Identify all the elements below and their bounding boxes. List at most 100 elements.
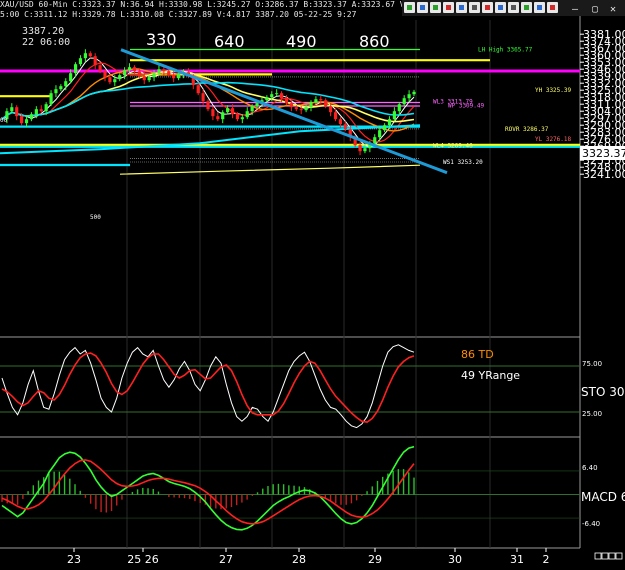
time-tick-label: 27 xyxy=(219,553,233,566)
candle-up xyxy=(250,106,254,112)
count-label-3: 490 xyxy=(286,32,317,51)
price-tick-label: 3241.00 xyxy=(583,168,625,181)
candle-down xyxy=(88,53,92,57)
sto-tick-75: 75.00 xyxy=(582,360,602,368)
candle-down xyxy=(206,101,210,110)
candle-down xyxy=(216,116,220,120)
book-icon xyxy=(524,5,529,10)
last-price-label: 3323.37 xyxy=(582,147,625,160)
candle-up xyxy=(240,117,244,120)
sto-tick-25: 25.00 xyxy=(582,410,602,418)
candle-up xyxy=(83,53,87,59)
close-button[interactable]: ✕ xyxy=(610,4,616,15)
level-label: WP 3309.49 xyxy=(448,103,485,110)
candle-down xyxy=(108,77,112,83)
candle-down xyxy=(284,98,289,104)
candle-down xyxy=(333,112,338,120)
settings-icon xyxy=(537,5,542,10)
cursor-icon xyxy=(420,5,425,10)
candle-up xyxy=(24,119,29,124)
candle-down xyxy=(201,93,205,102)
macd-tick-neg: -6.40 xyxy=(582,520,600,528)
time-tick-label: 31 xyxy=(510,553,524,566)
window-controls: — ▢ ✕ xyxy=(402,0,625,16)
candle-down xyxy=(172,75,176,79)
candle-down xyxy=(338,119,343,125)
candle-up xyxy=(378,130,382,138)
time-tick-label: 25 26 xyxy=(127,553,159,566)
candle-down xyxy=(294,107,298,110)
candle-up xyxy=(373,137,377,144)
candle-up xyxy=(407,94,411,99)
candle-up xyxy=(49,93,53,105)
candle-up xyxy=(265,97,269,101)
candle-up xyxy=(412,91,416,95)
side-label-00: 00 xyxy=(0,117,8,124)
candle-down xyxy=(279,93,284,99)
candle-up xyxy=(10,107,14,112)
maximize-button[interactable]: ▢ xyxy=(592,4,598,15)
yrange-label: 49 YRange xyxy=(461,369,520,382)
candle-down xyxy=(329,106,333,113)
sto-name: STO 30 xyxy=(581,385,624,399)
macd-tick-pos: 6.40 xyxy=(582,464,598,472)
candle-down xyxy=(142,76,146,81)
candle-down xyxy=(93,56,97,66)
candle-down xyxy=(98,65,102,72)
time-tick-label: 23 xyxy=(67,553,81,566)
candle-up xyxy=(309,102,313,108)
candle-up xyxy=(275,93,279,95)
candle-up xyxy=(113,79,117,83)
candle-up xyxy=(118,75,122,80)
candle-down xyxy=(162,69,166,72)
candle-down xyxy=(299,109,303,111)
candle-up xyxy=(157,69,161,74)
candle-down xyxy=(230,108,235,115)
candle-down xyxy=(39,109,43,112)
candle-down xyxy=(358,145,362,152)
candle-up xyxy=(34,109,38,115)
list-icon xyxy=(511,5,516,10)
header-info-line-2: 5:00 C:3311.12 H:3329.78 L:3310.08 C:332… xyxy=(0,10,357,19)
time-tick-label: 30 xyxy=(448,553,462,566)
candle-down xyxy=(15,107,19,117)
candle-down xyxy=(20,116,24,124)
user-icon xyxy=(498,5,503,10)
count-label-1: 330 xyxy=(146,30,177,49)
level-label: YH 3325.39 xyxy=(535,87,572,94)
candle-down xyxy=(319,99,323,101)
minimize-button[interactable]: — xyxy=(572,4,579,15)
candle-up xyxy=(397,104,401,112)
candle-down xyxy=(167,71,171,76)
level-label: LH High 3365.77 xyxy=(478,46,533,53)
candle-up xyxy=(255,103,259,107)
cursor-price: 3387.20 xyxy=(22,26,64,37)
level-label: YL 3276.18 xyxy=(535,136,572,143)
link-icon xyxy=(459,5,464,10)
candle-up xyxy=(314,99,318,103)
candle-up xyxy=(392,111,396,120)
tag-icon xyxy=(550,5,555,10)
alarm-icon xyxy=(485,5,490,10)
candle-up xyxy=(127,67,132,71)
grid-icon xyxy=(407,5,412,10)
level-label: WL4 3269.46 xyxy=(433,143,473,150)
pin-icon xyxy=(446,5,451,10)
candle-down xyxy=(132,67,137,72)
candle-up xyxy=(123,70,127,76)
candle-down xyxy=(137,71,141,77)
candle-up xyxy=(54,89,58,94)
candle-up xyxy=(29,114,34,120)
candle-up xyxy=(64,81,68,87)
candle-up xyxy=(387,119,392,126)
candle-up xyxy=(69,73,73,82)
candle-down xyxy=(289,103,293,108)
candle-up xyxy=(226,108,230,113)
side-label-500: 500 xyxy=(90,214,101,221)
count-label-4: 860 xyxy=(359,32,390,51)
candle-up xyxy=(59,86,63,90)
candle-up xyxy=(78,58,83,65)
candle-up xyxy=(176,74,181,79)
candle-up xyxy=(402,98,406,105)
count-label-2: 640 xyxy=(214,32,245,51)
